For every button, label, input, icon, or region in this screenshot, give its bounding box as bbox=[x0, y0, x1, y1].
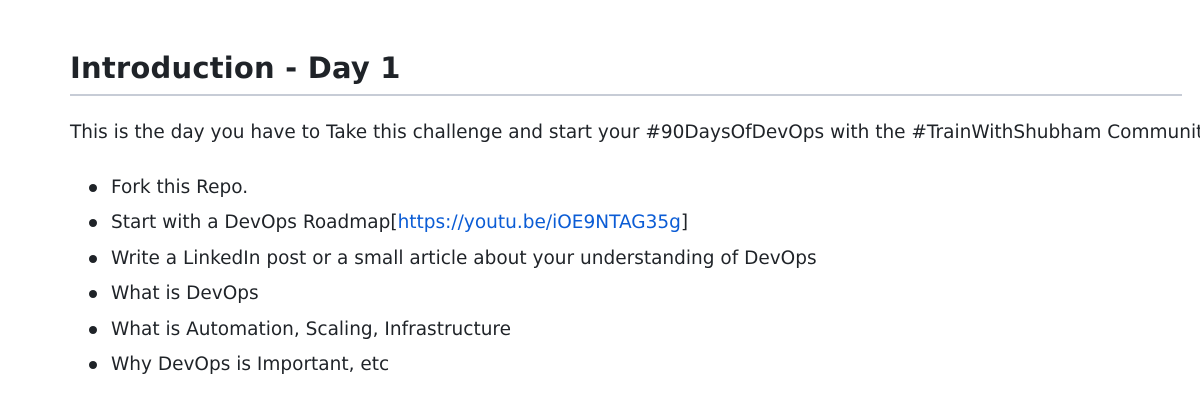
list-item-text: Write a LinkedIn post or a small article… bbox=[111, 247, 817, 269]
bullet-icon bbox=[89, 184, 97, 192]
list-item-suffix: ] bbox=[680, 212, 689, 234]
heading-divider bbox=[70, 94, 1182, 96]
bullet-icon bbox=[89, 219, 97, 228]
page-title: Introduction - Day 1 bbox=[70, 51, 401, 85]
task-list: Fork this Repo. Start with a DevOps Road… bbox=[70, 170, 817, 382]
list-item: Fork this Repo. bbox=[70, 170, 817, 205]
list-item: What is DevOps bbox=[70, 276, 817, 311]
bullet-icon bbox=[89, 325, 97, 334]
list-item: What is Automation, Scaling, Infrastruct… bbox=[70, 312, 817, 347]
intro-paragraph: This is the day you have to Take this ch… bbox=[70, 122, 1200, 143]
list-item-text: What is DevOps bbox=[111, 283, 259, 305]
list-item: Start with a DevOps Roadmap[https://yout… bbox=[70, 205, 817, 240]
list-item-text: Fork this Repo. bbox=[111, 177, 249, 198]
roadmap-link[interactable]: https://youtu.be/iOE9NTAG35g bbox=[398, 212, 681, 233]
list-item: Why DevOps is Important, etc bbox=[70, 347, 817, 382]
list-item-text: What is Automation, Scaling, Infrastruct… bbox=[111, 318, 512, 340]
bullet-icon bbox=[89, 254, 97, 263]
bullet-icon bbox=[89, 290, 97, 299]
list-item: Write a LinkedIn post or a small article… bbox=[70, 241, 817, 276]
bullet-icon bbox=[89, 360, 97, 369]
list-item-text: Start with a DevOps Roadmap[ bbox=[111, 212, 398, 234]
list-item-text: Why DevOps is Important, etc bbox=[111, 353, 390, 375]
